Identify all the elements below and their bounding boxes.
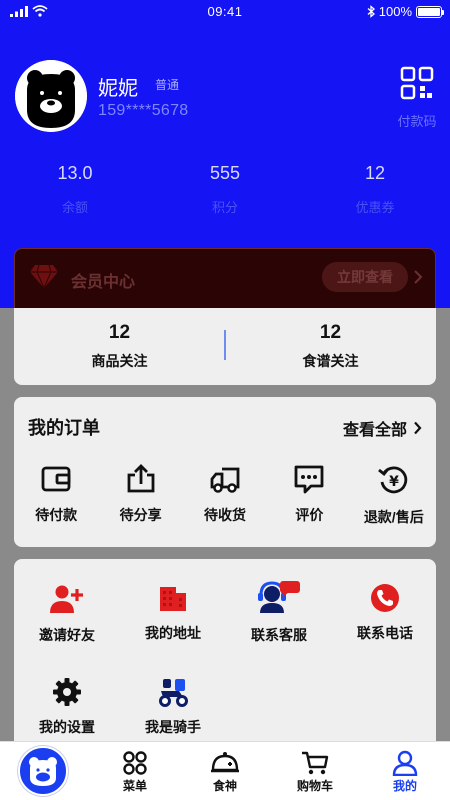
recipe-follow[interactable]: 12 食谱关注 [225,308,436,385]
contact-phone[interactable]: 联系电话 [332,583,438,643]
chevron-right-icon [414,270,423,284]
comment-icon [294,465,324,494]
gear-icon [53,678,81,706]
follow-card: 12 商品关注 12 食谱关注 [14,308,436,385]
user-name: 妮妮 [98,78,138,100]
order-label: 评价 [295,507,324,523]
follow-count: 12 [108,322,131,343]
paycode-label: 付款码 [397,114,437,129]
divider [224,330,226,360]
building-icon [160,587,186,611]
tab-cart[interactable]: 购物车 [270,742,360,800]
tab-label: 购物车 [296,779,333,793]
user-level-badge: 普通 [155,78,180,92]
tab-label: 食神 [212,779,237,793]
order-refund[interactable]: ¥ 退款/售后 [352,463,436,527]
truck-icon [210,467,240,493]
rider-icon [159,679,188,707]
bear-logo-icon [29,757,57,786]
status-bar: 09:41 100% [0,0,450,24]
member-center-title: 会员中心 [71,274,136,291]
qrcode-icon [400,66,434,100]
paycode-button[interactable]: 付款码 [394,66,440,130]
order-pending-payment[interactable]: 待付款 [14,463,98,527]
order-label: 待付款 [35,507,78,523]
service-label: 我是骑手 [145,719,201,735]
tab-menu[interactable]: 菜单 [90,742,180,800]
order-pending-receipt[interactable]: 待收货 [183,463,267,527]
tab-label: 我的 [392,779,417,793]
user-icon [392,750,418,776]
refund-icon: ¥ [377,466,407,494]
tab-chef[interactable]: 食神 [180,742,270,800]
product-follow[interactable]: 12 商品关注 [14,308,225,385]
diamond-icon [30,264,58,289]
tab-mine[interactable]: 我的 [360,742,450,800]
contact-support[interactable]: 联系客服 [226,579,332,645]
order-label: 待分享 [119,507,162,523]
my-settings[interactable]: 我的设置 [14,677,120,737]
view-all-label: 查看全部 [342,422,407,439]
battery-percent: 100% [378,4,412,19]
bear-avatar-icon [15,60,87,132]
status-right: 100% [367,4,444,19]
follow-count: 12 [319,322,342,343]
follow-label: 商品关注 [91,353,148,369]
menu-icon [123,751,147,775]
stat-balance[interactable]: 13.0 余额 [0,163,150,216]
service-label: 我的设置 [39,719,95,735]
battery-icon [416,5,444,18]
my-address[interactable]: 我的地址 [120,583,226,643]
member-center-bar[interactable]: 会员中心 立即查看 [14,248,436,308]
tab-label: 菜单 [122,779,147,793]
view-now-button[interactable]: 立即查看 [322,262,408,292]
svg-text:¥: ¥ [389,474,399,490]
service-label: 联系电话 [357,625,413,641]
avatar[interactable] [15,60,87,132]
orders-card: 我的订单 查看全部 待付款 待分享 待收货 评价 ¥ 退款/售后 [14,397,436,547]
order-review[interactable]: 评价 [267,463,351,527]
order-status-row: 待付款 待分享 待收货 评价 ¥ 退款/售后 [14,463,436,527]
cart-icon [302,751,329,775]
stats-row: 13.0 余额 555 积分 12 优惠券 [0,163,450,216]
customer-service-icon [258,581,300,613]
service-label: 联系客服 [251,627,307,643]
stat-value: 13.0 [57,163,93,183]
stat-label: 余额 [61,200,88,215]
orders-title: 我的订单 [28,418,100,438]
phone-icon [371,584,399,612]
share-icon [127,464,154,493]
order-label: 退款/售后 [363,509,424,525]
chevron-right-icon [414,421,422,435]
home-tab-circle [18,746,68,796]
chef-hat-icon [211,752,239,773]
add-user-icon [50,585,83,613]
stat-points[interactable]: 555 积分 [150,163,300,216]
order-pending-share[interactable]: 待分享 [98,463,182,527]
service-label: 邀请好友 [39,627,95,643]
service-label: 我的地址 [145,625,201,641]
wallet-icon [41,466,71,492]
stat-coupons[interactable]: 12 优惠券 [300,163,450,216]
order-label: 待收货 [203,507,246,523]
stat-value: 555 [209,163,241,183]
stat-label: 优惠券 [355,200,395,215]
follow-label: 食谱关注 [302,353,359,369]
tab-home[interactable] [0,742,90,800]
become-rider[interactable]: 我是骑手 [120,677,226,737]
stat-value: 12 [364,163,386,183]
bottom-tab-bar: 菜单 食神 购物车 我的 [0,741,450,800]
stat-label: 积分 [211,200,238,215]
invite-friends[interactable]: 邀请好友 [14,583,120,645]
view-all-orders-link[interactable]: 查看全部 [343,416,422,440]
bluetooth-icon [367,5,375,18]
user-phone: 159****5678 [98,102,189,119]
